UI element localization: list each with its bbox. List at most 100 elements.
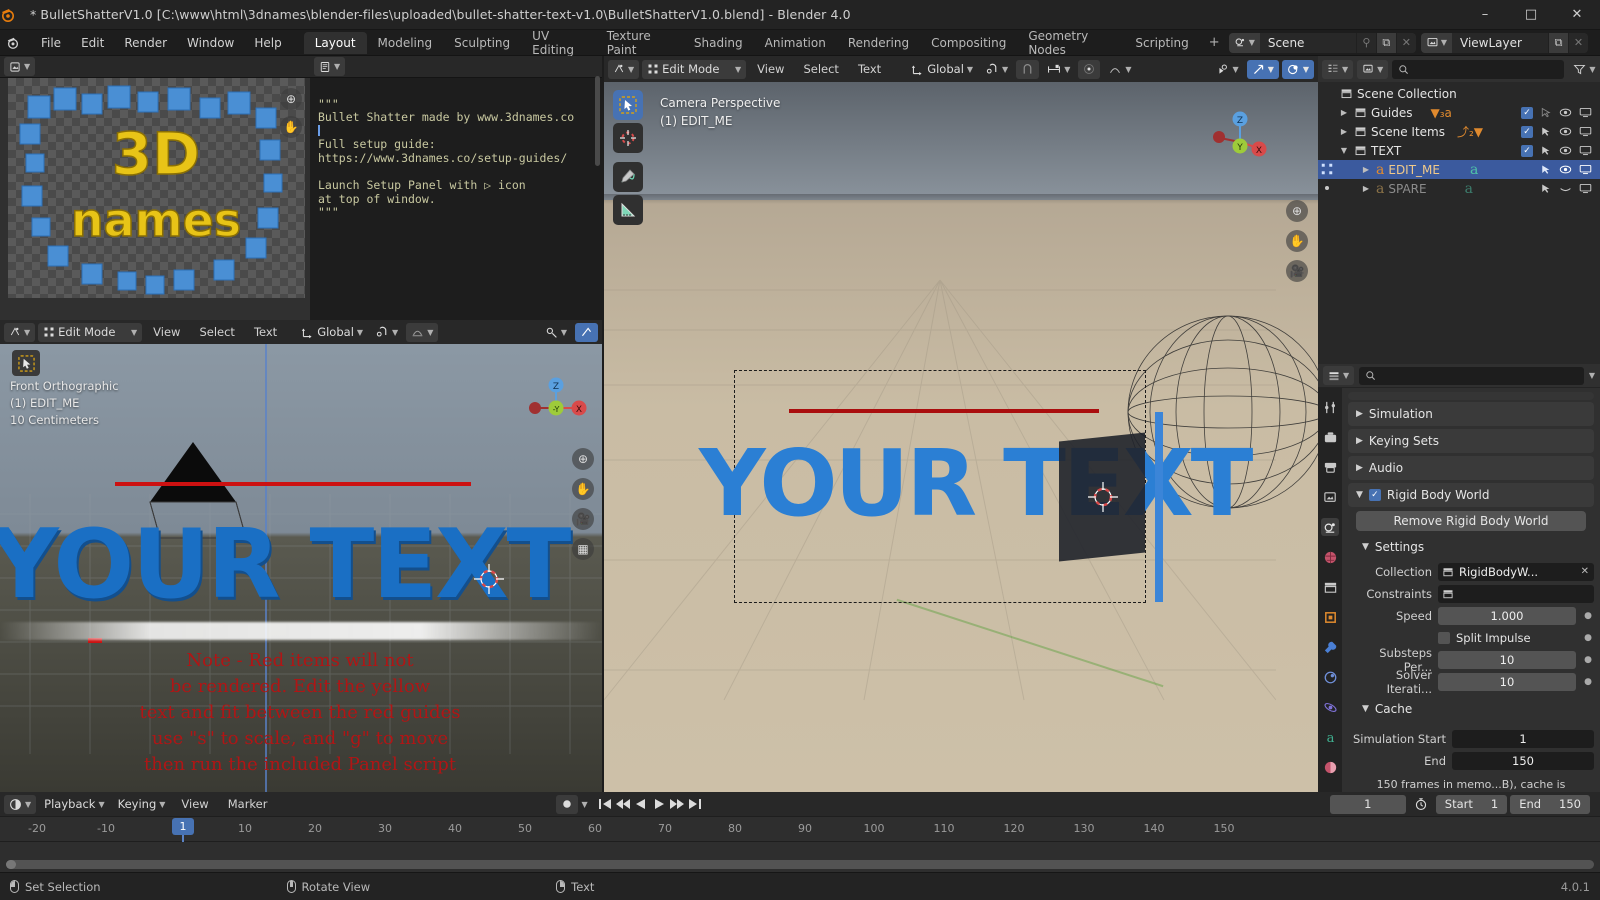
frame-end-field[interactable]: End 150 bbox=[1510, 794, 1590, 814]
camera-view-icon[interactable]: 🎥 bbox=[1286, 260, 1308, 282]
scene-selector[interactable]: ▼ Scene ⚲ ⧉ ✕ bbox=[1228, 32, 1416, 53]
panel-keying-sets[interactable]: ▶ Keying Sets bbox=[1348, 429, 1594, 453]
mode-selector[interactable]: Edit Mode ▼ bbox=[38, 322, 143, 342]
tool-select-box[interactable] bbox=[613, 90, 643, 120]
editor-type-selector[interactable]: ▼ bbox=[4, 57, 36, 76]
falloff-selector[interactable]: ▼ bbox=[1103, 60, 1136, 79]
selectable-icon[interactable] bbox=[1540, 107, 1552, 119]
outliner-row-scene-collection[interactable]: Scene Collection bbox=[1318, 84, 1600, 103]
editor-type-selector[interactable]: ▼ bbox=[1322, 59, 1354, 79]
panel-simulation[interactable]: ▶ Simulation bbox=[1348, 402, 1594, 426]
toggle-ortho-icon[interactable]: ▦ bbox=[572, 538, 594, 560]
collapse-triangle-icon[interactable]: ▼ bbox=[1338, 146, 1350, 155]
snap-to-selector[interactable]: ▼ bbox=[1042, 60, 1075, 79]
filter-icon[interactable]: ▼ bbox=[1568, 60, 1600, 79]
tab-tool[interactable] bbox=[1321, 398, 1339, 416]
workspace-tab-scripting[interactable]: Scripting bbox=[1124, 32, 1199, 54]
next-keyframe-button[interactable] bbox=[669, 797, 685, 811]
auto-keying-toggle[interactable] bbox=[556, 794, 579, 814]
mode-selector[interactable]: Edit Mode ▼ bbox=[642, 59, 747, 79]
simulation-end-field[interactable]: 150 bbox=[1452, 751, 1594, 770]
play-reverse-button[interactable] bbox=[633, 797, 649, 811]
pin-scene-icon[interactable]: ⚲ bbox=[1355, 32, 1376, 53]
properties-search[interactable] bbox=[1359, 366, 1584, 385]
gizmo-toggle[interactable]: ▼ bbox=[1246, 59, 1279, 79]
zoom-icon[interactable]: ⊕ bbox=[1286, 200, 1308, 222]
tool-measure[interactable] bbox=[613, 195, 643, 225]
timeline-menu-keying[interactable]: Keying ▼ bbox=[113, 795, 171, 814]
timeline-menu-playback[interactable]: Playback ▼ bbox=[39, 795, 109, 814]
zoom-icon[interactable]: ⊕ bbox=[280, 88, 302, 110]
outliner-row-text[interactable]: ▼ TEXT ✓ bbox=[1318, 141, 1600, 160]
menu-render[interactable]: Render bbox=[114, 33, 177, 53]
search-input[interactable] bbox=[1380, 369, 1578, 382]
overlays-toggle[interactable] bbox=[575, 322, 598, 342]
editor-type-selector[interactable]: ▼ bbox=[608, 59, 640, 79]
expand-triangle-icon[interactable]: ▶ bbox=[1360, 184, 1372, 193]
viewport-menu-select[interactable]: Select bbox=[795, 62, 846, 76]
transform-orientation-selector[interactable]: Global ▼ bbox=[906, 60, 978, 79]
zoom-icon[interactable]: ⊕ bbox=[572, 448, 594, 470]
gizmo-toggle[interactable]: ▼ bbox=[540, 323, 572, 342]
unlink-scene-button[interactable]: ✕ bbox=[1395, 32, 1416, 53]
jump-to-start-button[interactable] bbox=[597, 797, 613, 811]
viewport-menu-view[interactable]: View bbox=[145, 325, 188, 339]
transform-orientation-selector[interactable]: Global ▼ bbox=[296, 323, 368, 342]
outliner-row-edit-me[interactable]: ▶ a EDIT_ME a bbox=[1318, 160, 1600, 179]
tab-object[interactable] bbox=[1321, 608, 1339, 626]
unlink-icon[interactable]: ✕ bbox=[1581, 566, 1594, 577]
workspace-tab-shading[interactable]: Shading bbox=[683, 32, 754, 54]
chevron-down-icon[interactable]: ▼ bbox=[1589, 371, 1595, 380]
viewport-menu-select[interactable]: Select bbox=[191, 325, 242, 339]
visibility-selector[interactable]: ▼ bbox=[1212, 60, 1244, 79]
outliner-row-spare[interactable]: ▶ a SPARE a bbox=[1318, 179, 1600, 198]
tool-annotate[interactable] bbox=[613, 162, 643, 192]
text-editor-content[interactable]: """ Bullet Shatter made by www.3dnames.c… bbox=[310, 78, 602, 234]
outliner-row-scene-items[interactable]: ▶ Scene Items ⤴₂▼ ✓ bbox=[1318, 122, 1600, 141]
timeline-horizontal-scrollbar[interactable] bbox=[6, 860, 1594, 869]
panel-rigid-body-world[interactable]: ▼ ✓ Rigid Body World bbox=[1348, 483, 1594, 507]
maximize-button[interactable]: □ bbox=[1508, 0, 1554, 30]
workspace-tab-layout[interactable]: Layout bbox=[303, 31, 367, 54]
use-preview-range-icon[interactable] bbox=[1409, 795, 1433, 814]
expand-triangle-icon[interactable]: ▶ bbox=[1338, 108, 1350, 117]
tab-object-data[interactable]: a bbox=[1321, 728, 1339, 746]
menu-edit[interactable]: Edit bbox=[71, 33, 114, 53]
text-editor-scrollbar[interactable] bbox=[595, 76, 600, 166]
selectable-icon[interactable] bbox=[1540, 126, 1552, 138]
panel-gravity-partial[interactable] bbox=[1348, 392, 1594, 400]
playhead[interactable]: 1 bbox=[172, 818, 194, 835]
hide-in-viewport-icon[interactable] bbox=[1559, 125, 1572, 138]
timeline-body[interactable] bbox=[0, 842, 1600, 872]
checkbox-rigid-body-world[interactable]: ✓ bbox=[1368, 489, 1381, 501]
editor-type-selector[interactable]: ▼ bbox=[4, 794, 37, 814]
minimize-button[interactable]: – bbox=[1462, 0, 1508, 30]
play-button[interactable] bbox=[651, 797, 667, 811]
pan-hand-icon[interactable]: ✋ bbox=[280, 116, 302, 138]
hide-in-viewport-icon[interactable] bbox=[1559, 163, 1572, 176]
animate-property-dot[interactable]: ● bbox=[1582, 655, 1594, 665]
disable-in-renders-icon[interactable] bbox=[1579, 125, 1592, 138]
expand-triangle-icon[interactable]: ▶ bbox=[1360, 165, 1372, 174]
disable-in-renders-icon[interactable] bbox=[1579, 163, 1592, 176]
axis-gizmo[interactable]: Z X -Y bbox=[522, 376, 592, 438]
timeline-menu-marker[interactable]: Marker bbox=[220, 797, 276, 811]
scrollbar-handle[interactable] bbox=[6, 860, 16, 869]
hide-in-viewport-icon[interactable] bbox=[1559, 182, 1572, 195]
substeps-value-field[interactable]: 10 bbox=[1438, 650, 1576, 669]
outliner-row-guides[interactable]: ▶ Guides ▼₃a ✓ bbox=[1318, 103, 1600, 122]
tab-particles[interactable] bbox=[1321, 668, 1339, 686]
preview-canvas[interactable]: 3D names bbox=[8, 78, 305, 298]
hide-in-viewport-icon[interactable] bbox=[1559, 144, 1572, 157]
snap-magnet-toggle[interactable] bbox=[1016, 59, 1040, 79]
checkbox-enable[interactable]: ✓ bbox=[1521, 106, 1533, 119]
selectable-icon[interactable] bbox=[1540, 183, 1552, 195]
viewport-menu-view[interactable]: View bbox=[749, 62, 792, 76]
panel-audio[interactable]: ▶ Audio bbox=[1348, 456, 1594, 480]
tab-view-layer[interactable] bbox=[1321, 488, 1339, 506]
tab-material[interactable] bbox=[1321, 758, 1339, 776]
current-frame-field[interactable]: 1 bbox=[1329, 794, 1406, 814]
panel-settings[interactable]: ▼ Settings bbox=[1348, 535, 1594, 559]
add-workspace-button[interactable]: + bbox=[1200, 32, 1229, 53]
overlays-toggle[interactable]: ▼ bbox=[1281, 59, 1314, 79]
